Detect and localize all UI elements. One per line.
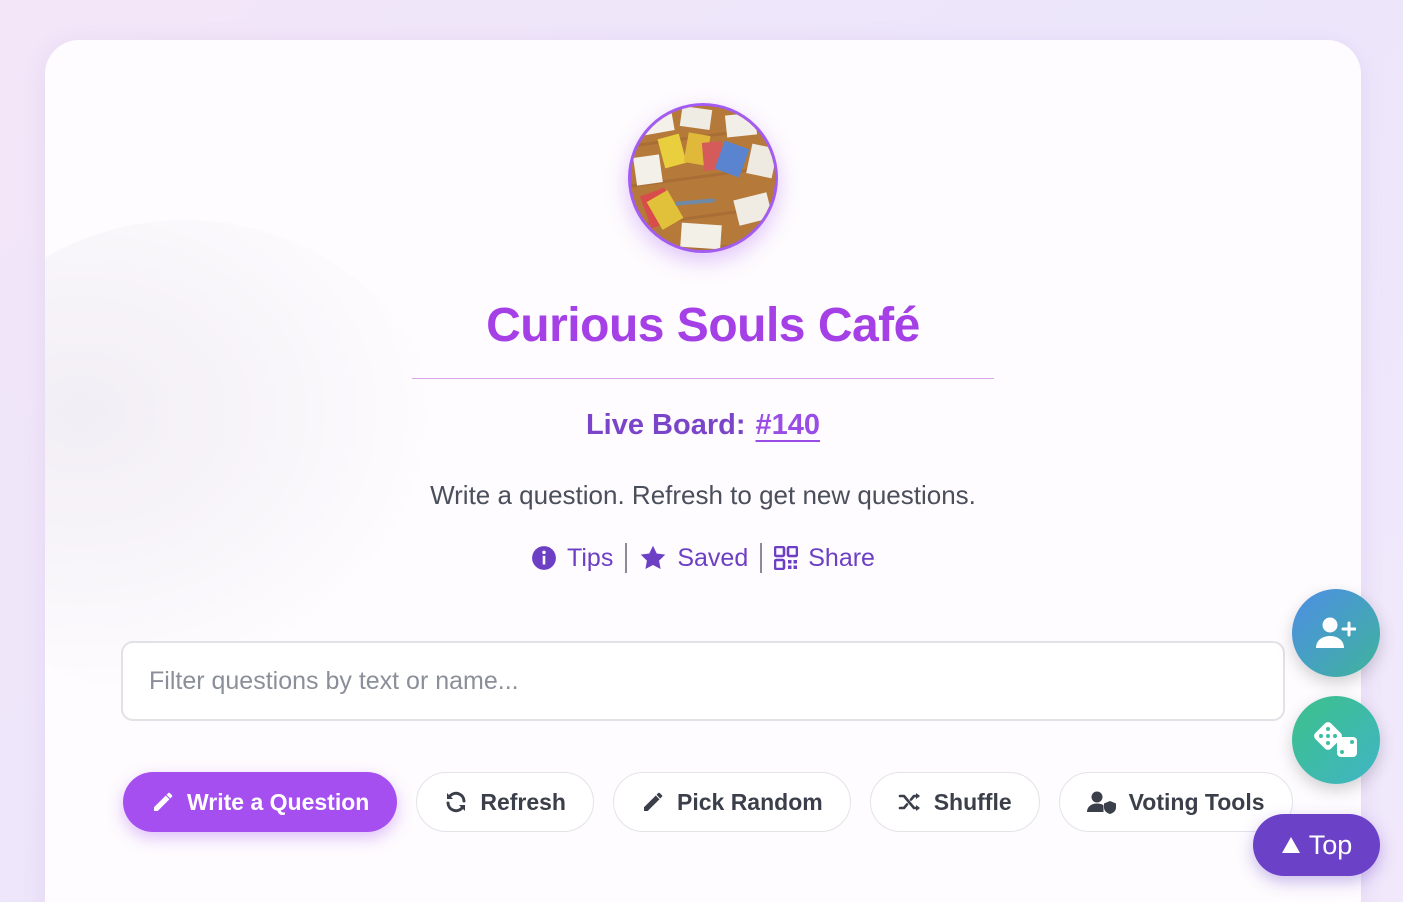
shuffle-icon xyxy=(898,793,920,811)
user-shield-icon xyxy=(1086,791,1116,814)
scroll-top-label: Top xyxy=(1308,829,1353,860)
saved-link[interactable]: Saved xyxy=(639,544,748,573)
pencil-icon xyxy=(154,792,173,811)
board-avatar xyxy=(628,103,778,253)
info-icon xyxy=(532,546,556,570)
triangle-up-icon xyxy=(1281,837,1300,853)
link-separator xyxy=(760,543,763,573)
saved-label: Saved xyxy=(677,543,749,572)
add-participant-button[interactable] xyxy=(1292,589,1380,677)
shuffle-label: Shuffle xyxy=(933,788,1012,815)
info-links: Tips Saved Share xyxy=(45,543,1361,573)
tips-label: Tips xyxy=(567,543,614,572)
title-divider xyxy=(412,378,994,379)
refresh-button[interactable]: Refresh xyxy=(416,772,594,832)
instructions-text: Write a question. Refresh to get new que… xyxy=(430,480,976,510)
cards-on-table-image xyxy=(631,106,775,250)
voting-tools-button[interactable]: Voting Tools xyxy=(1058,772,1293,832)
tips-link[interactable]: Tips xyxy=(531,544,613,573)
voting-tools-label: Voting Tools xyxy=(1128,788,1265,815)
write-question-button[interactable]: Write a Question xyxy=(123,772,398,832)
pick-random-button[interactable]: Pick Random xyxy=(612,772,851,832)
user-plus-icon xyxy=(1316,617,1356,648)
pick-random-label: Pick Random xyxy=(676,788,823,815)
scroll-top-button[interactable]: Top xyxy=(1253,814,1380,876)
qr-code-icon xyxy=(774,546,799,570)
refresh-label: Refresh xyxy=(480,788,566,815)
live-board-number-link[interactable]: #140 xyxy=(756,409,821,441)
write-question-label: Write a Question xyxy=(187,788,370,815)
shuffle-button[interactable]: Shuffle xyxy=(869,772,1040,832)
star-icon xyxy=(641,545,666,569)
page-title: Curious Souls Café xyxy=(486,299,920,352)
dice-icon xyxy=(1314,722,1357,757)
link-separator xyxy=(625,543,628,573)
share-label: Share xyxy=(808,543,875,572)
share-link[interactable]: Share xyxy=(774,544,875,573)
action-buttons: Write a Question Refresh Pick Random Shu… xyxy=(123,772,1293,832)
pencil-icon xyxy=(643,792,663,811)
filter-questions-input[interactable] xyxy=(121,641,1285,721)
main-card: Curious Souls Café Live Board: #140 Write… xyxy=(45,40,1361,902)
random-dice-button[interactable] xyxy=(1292,696,1380,784)
live-board-label: Live Board: xyxy=(585,409,746,441)
refresh-icon xyxy=(446,791,466,813)
live-board: Live Board: #140 xyxy=(45,409,1361,442)
